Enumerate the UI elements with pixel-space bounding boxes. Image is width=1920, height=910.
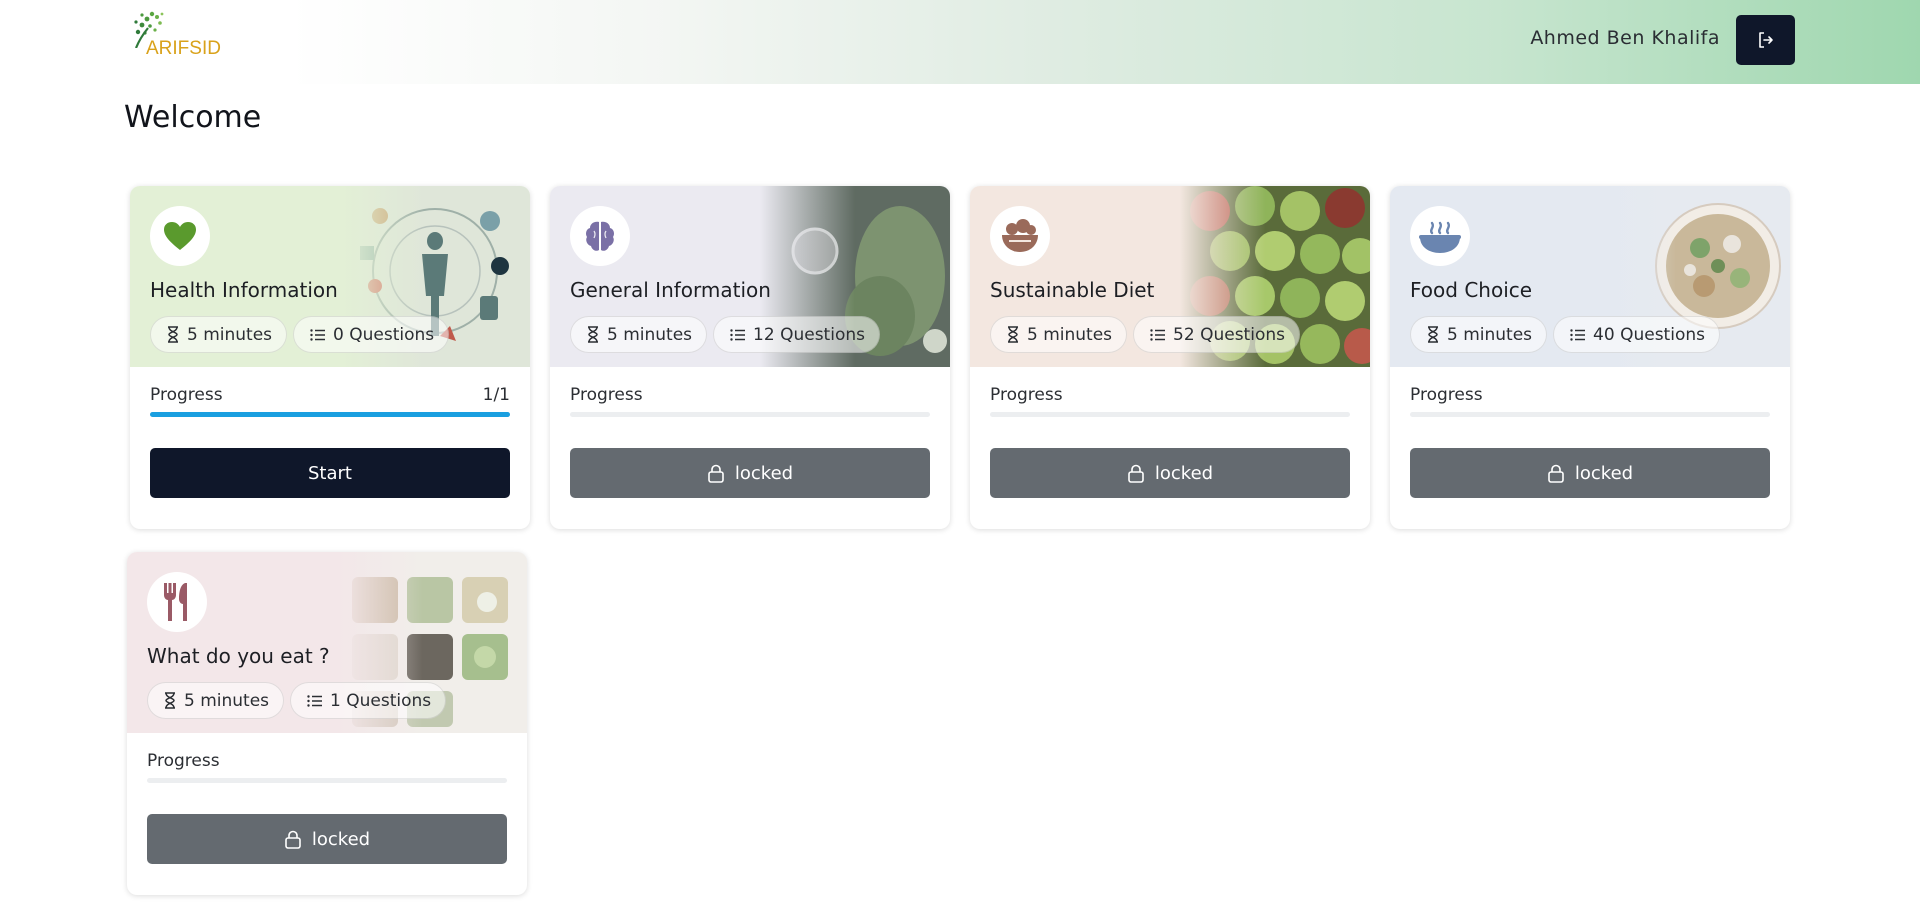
hourglass-icon — [1008, 326, 1018, 343]
lock-icon — [1548, 464, 1564, 483]
card-meta: 5 minutes 12 Questions — [570, 316, 880, 353]
card-header: General Information 5 minutes 12 Questio… — [550, 186, 950, 367]
duration-text: 5 minutes — [607, 324, 693, 345]
locked-button[interactable]: locked — [570, 448, 930, 498]
quiz-card: Health Information 5 minutes 0 Questions… — [130, 186, 530, 529]
duration-chip: 5 minutes — [150, 316, 288, 353]
brain-icon — [570, 206, 630, 266]
logo: ARIFSID — [128, 8, 238, 64]
progress-fill — [150, 412, 510, 417]
questions-chip: 40 Questions — [1553, 316, 1720, 353]
card-meta: 5 minutes 40 Questions — [1410, 316, 1720, 353]
questions-chip: 52 Questions — [1133, 316, 1300, 353]
card-meta: 5 minutes 52 Questions — [990, 316, 1300, 353]
duration-text: 5 minutes — [184, 690, 270, 711]
quiz-card: Sustainable Diet 5 minutes 52 Questions … — [970, 186, 1370, 529]
progress-bar — [570, 412, 930, 417]
progress-label: Progress — [147, 751, 220, 771]
duration-chip: 5 minutes — [990, 316, 1128, 353]
hourglass-icon — [165, 692, 175, 709]
questions-text: 52 Questions — [1173, 324, 1285, 345]
list-icon — [310, 328, 326, 341]
quiz-card: What do you eat ? 5 minutes 1 Questions … — [127, 552, 527, 895]
logo-text: ARIFSID — [146, 38, 221, 59]
card-title: What do you eat ? — [147, 644, 330, 668]
start-button[interactable]: Start — [150, 448, 510, 498]
questions-text: 1 Questions — [330, 690, 432, 711]
list-icon — [1570, 328, 1586, 341]
lock-icon — [1128, 464, 1144, 483]
list-icon — [730, 328, 746, 341]
questions-text: 12 Questions — [753, 324, 865, 345]
duration-text: 5 minutes — [1027, 324, 1113, 345]
card-title: Health Information — [150, 278, 338, 302]
card-header: Sustainable Diet 5 minutes 52 Questions — [970, 186, 1370, 367]
questions-chip: 0 Questions — [293, 316, 450, 353]
card-header: Food Choice 5 minutes 40 Questions — [1390, 186, 1790, 367]
card-title: General Information — [570, 278, 771, 302]
questions-text: 40 Questions — [1593, 324, 1705, 345]
utensils-icon — [147, 572, 207, 632]
questions-text: 0 Questions — [333, 324, 435, 345]
quiz-card: Food Choice 5 minutes 40 Questions Progr… — [1390, 186, 1790, 529]
duration-text: 5 minutes — [187, 324, 273, 345]
button-label: locked — [1154, 462, 1214, 484]
lock-icon — [708, 464, 724, 483]
heart-icon — [150, 206, 210, 266]
progress-bar — [1410, 412, 1770, 417]
card-header: What do you eat ? 5 minutes 1 Questions — [127, 552, 527, 733]
button-label: Start — [308, 462, 352, 484]
progress-label: Progress — [1410, 385, 1483, 405]
progress-label: Progress — [150, 385, 223, 405]
button-label: locked — [1574, 462, 1634, 484]
locked-button[interactable]: locked — [1410, 448, 1770, 498]
card-header: Health Information 5 minutes 0 Questions — [130, 186, 530, 367]
progress-bar — [147, 778, 507, 783]
duration-text: 5 minutes — [1447, 324, 1533, 345]
button-label: locked — [734, 462, 794, 484]
progress-bar — [150, 412, 510, 417]
card-meta: 5 minutes 1 Questions — [147, 682, 447, 719]
salad-bowl-icon — [990, 206, 1050, 266]
list-icon — [307, 694, 323, 707]
questions-chip: 1 Questions — [290, 682, 447, 719]
page-title: Welcome — [124, 100, 262, 135]
hourglass-icon — [588, 326, 598, 343]
quiz-card: General Information 5 minutes 12 Questio… — [550, 186, 950, 529]
duration-chip: 5 minutes — [570, 316, 708, 353]
progress-label: Progress — [990, 385, 1063, 405]
card-title: Sustainable Diet — [990, 278, 1155, 302]
locked-button[interactable]: locked — [990, 448, 1350, 498]
logout-button[interactable] — [1736, 15, 1795, 65]
duration-chip: 5 minutes — [147, 682, 285, 719]
progress-bar — [990, 412, 1350, 417]
hourglass-icon — [168, 326, 178, 343]
hot-bowl-icon — [1410, 206, 1470, 266]
card-meta: 5 minutes 0 Questions — [150, 316, 450, 353]
button-label: locked — [311, 828, 371, 850]
duration-chip: 5 minutes — [1410, 316, 1548, 353]
logout-icon — [1758, 32, 1773, 48]
hourglass-icon — [1428, 326, 1438, 343]
top-header: ARIFSID Ahmed Ben Khalifa — [0, 0, 1920, 84]
progress-label: Progress — [570, 385, 643, 405]
card-title: Food Choice — [1410, 278, 1533, 302]
locked-button[interactable]: locked — [147, 814, 507, 864]
lock-icon — [285, 830, 301, 849]
list-icon — [1150, 328, 1166, 341]
questions-chip: 12 Questions — [713, 316, 880, 353]
user-name: Ahmed Ben Khalifa — [1530, 27, 1720, 49]
progress-count: 1/1 — [482, 385, 510, 405]
